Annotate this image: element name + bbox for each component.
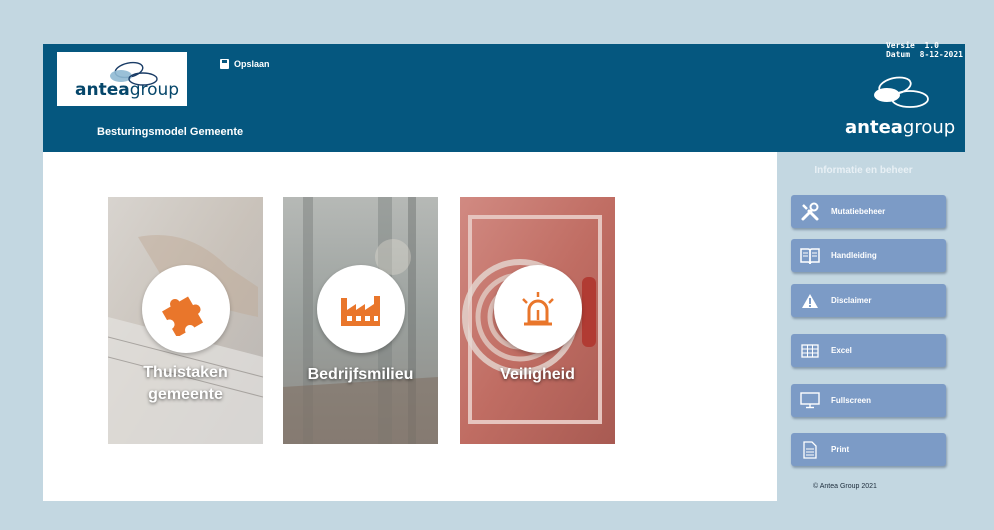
- tile-label: Thuistaken gemeente: [143, 364, 228, 403]
- table-icon: [799, 340, 821, 362]
- mutatiebeheer-button[interactable]: Mutatiebeheer: [791, 195, 946, 228]
- button-label: Excel: [831, 346, 852, 355]
- disclaimer-button[interactable]: Disclaimer: [791, 284, 946, 317]
- logo-text: anteagroup: [845, 117, 956, 138]
- print-button[interactable]: Print: [791, 433, 946, 466]
- logo-text: anteagroup: [75, 80, 180, 100]
- fullscreen-button[interactable]: Fullscreen: [791, 384, 946, 417]
- tile-icon-circle: [142, 265, 230, 353]
- version-line: Versie 1.0: [885, 41, 939, 50]
- tile-bedrijfsmilieu[interactable]: Bedrijfsmilieu: [283, 197, 438, 444]
- warning-icon: [799, 290, 821, 312]
- puzzle-icon: [162, 296, 204, 336]
- header-bar: anteagroup Opslaan Besturingsmodel Gemee…: [43, 41, 965, 152]
- save-button[interactable]: Opslaan: [220, 59, 270, 69]
- save-label: Opslaan: [234, 59, 270, 69]
- tools-icon: [799, 201, 821, 223]
- tile-thuistaken[interactable]: Thuistaken gemeente: [108, 197, 263, 444]
- sidebar-title: Informatie en beheer: [814, 165, 913, 176]
- antea-logo-large: anteagroup: [835, 74, 955, 140]
- monitor-icon: [799, 390, 821, 412]
- siren-icon: [522, 292, 554, 326]
- button-label: Disclaimer: [831, 296, 872, 305]
- date-line: Datum 8-12-2021: [885, 50, 963, 59]
- handleiding-button[interactable]: Handleiding: [791, 239, 946, 272]
- tile-label: Bedrijfsmilieu: [307, 366, 414, 383]
- sidebar: Informatie en beheer Mutatiebeheer Handl…: [777, 152, 965, 501]
- antea-logo: anteagroup: [57, 52, 187, 106]
- excel-button[interactable]: Excel: [791, 334, 946, 367]
- page-title: Besturingsmodel Gemeente: [97, 126, 244, 138]
- button-label: Print: [831, 445, 850, 454]
- tile-veiligheid[interactable]: Veiligheid: [460, 197, 615, 444]
- floppy-disk-icon: [220, 59, 229, 69]
- document-icon: [799, 439, 821, 461]
- button-label: Fullscreen: [831, 396, 872, 405]
- factory-icon: [341, 296, 380, 326]
- tile-icon-circle: [494, 265, 582, 353]
- copyright-text: © Antea Group 2021: [813, 483, 877, 490]
- button-label: Handleiding: [831, 251, 877, 260]
- button-label: Mutatiebeheer: [831, 207, 886, 216]
- tile-label: Veiligheid: [500, 366, 575, 383]
- version-info: Versie 1.0 Datum 8-12-2021: [886, 41, 963, 59]
- tile-icon-circle: [317, 265, 405, 353]
- book-icon: [799, 245, 821, 267]
- main-content: Thuistaken gemeente Bedrijfsmilieu Veili…: [43, 152, 777, 501]
